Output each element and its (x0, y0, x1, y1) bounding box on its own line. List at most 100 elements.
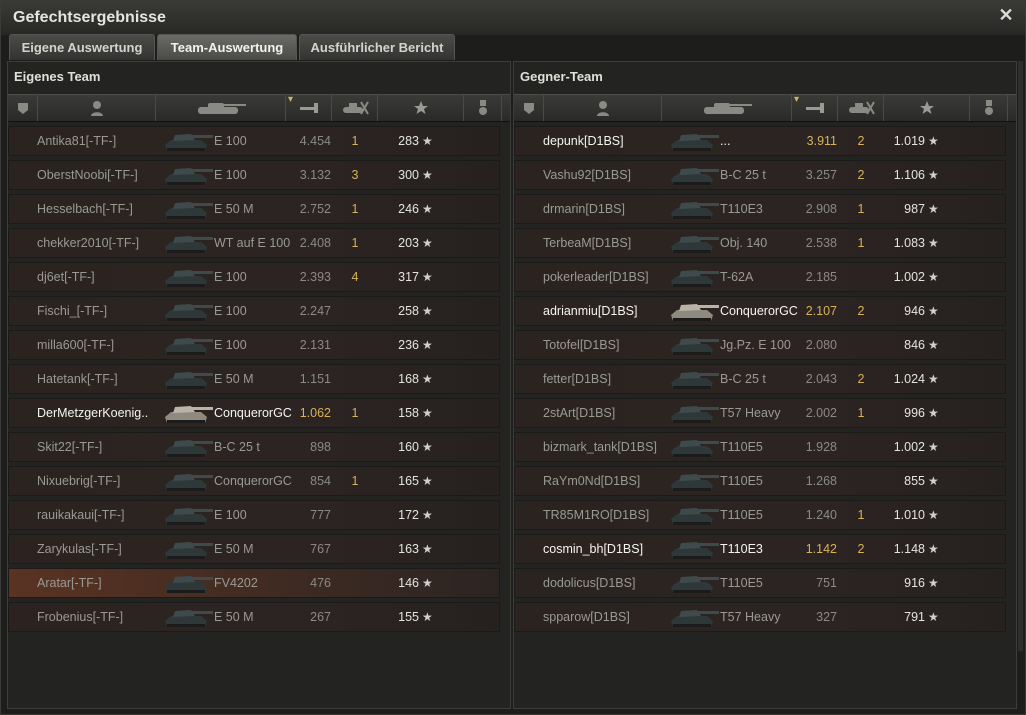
player-row[interactable]: Nixuebrig[-TF-] ConquerorGC 854 1 165 ★ (8, 466, 500, 496)
xp-value: 791 (904, 610, 925, 624)
tank-image-icon (161, 503, 213, 529)
player-row[interactable]: Hatetank[-TF-] E 50 M 1.151 168 ★ (8, 364, 500, 394)
xp-value: 855 (904, 474, 925, 488)
kills-icon-header[interactable] (838, 95, 884, 121)
kills-value: 1 (857, 508, 865, 522)
player-name: depunk[D1BS] (543, 134, 624, 148)
kills-value (841, 467, 881, 495)
damage-value: 2.752 (299, 202, 331, 216)
star-icon: ★ (928, 134, 939, 148)
kills-icon-header[interactable] (332, 95, 378, 121)
platoon-icon-header[interactable] (8, 95, 38, 121)
player-row[interactable]: drmarin[D1BS] T110E3 2.908 1 987 ★ (514, 194, 1006, 224)
player-name: rauikakaui[-TF-] (37, 508, 125, 522)
close-icon[interactable]: ✕ (997, 6, 1015, 24)
kills-value: 2 (857, 372, 865, 386)
tank-image-icon (667, 129, 719, 155)
scrollbar[interactable] (1018, 61, 1023, 651)
player-row[interactable]: Aratar[-TF-] FV4202 476 146 ★ (8, 568, 500, 598)
player-row[interactable]: DerMetzgerKoenig.. ConquerorGC 1.062 1 158 ★ (8, 398, 500, 428)
damage-value: 2.107 (805, 304, 837, 318)
tank-icon-header[interactable] (662, 95, 792, 121)
player-row[interactable]: Skit22[-TF-] B-C 25 t 898 160 ★ (8, 432, 500, 462)
damage-value: 2.538 (805, 236, 837, 250)
tank-image-icon (161, 571, 213, 597)
kills-value: 2 (857, 304, 865, 318)
tank-image-icon (161, 605, 213, 631)
damage-icon-header[interactable]: ▾ (286, 95, 332, 121)
star-icon: ★ (422, 406, 433, 420)
player-row[interactable]: adrianmiu[D1BS] ConquerorGC 2.107 2 946 ★ (514, 296, 1006, 326)
player-row[interactable]: bizmark_tank[D1BS] T110E5 1.928 1.002 ★ (514, 432, 1006, 462)
player-row[interactable]: dodolicus[D1BS] T110E5 751 916 ★ (514, 568, 1006, 598)
xp-star-icon (413, 100, 429, 116)
tank-image-icon (667, 571, 719, 597)
player-row[interactable]: Antika81[-TF-] E 100 4.454 1 283 ★ (8, 126, 500, 156)
kills-value: 1 (351, 406, 359, 420)
player-row[interactable]: cosmin_bh[D1BS] T110E3 1.142 2 1.148 ★ (514, 534, 1006, 564)
player-row[interactable]: pokerleader[D1BS] T-62A 2.185 1.002 ★ (514, 262, 1006, 292)
platoon-icon (522, 101, 536, 115)
damage-icon-header[interactable]: ▾ (792, 95, 838, 121)
tab-eigene-auswertung[interactable]: Eigene Auswertung (9, 34, 155, 60)
player-row[interactable]: rauikakaui[-TF-] E 100 777 172 ★ (8, 500, 500, 530)
player-row[interactable]: Fischi_[-TF-] E 100 2.247 258 ★ (8, 296, 500, 326)
player-row[interactable]: Vashu92[D1BS] B-C 25 t 3.257 2 1.106 ★ (514, 160, 1006, 190)
player-name: dj6et[-TF-] (37, 270, 95, 284)
xp-value: 996 (904, 406, 925, 420)
xp-value: 203 (398, 236, 419, 250)
sort-arrow-icon: ▾ (794, 94, 800, 105)
player-row[interactable]: Frobenius[-TF-] E 50 M 267 155 ★ (8, 602, 500, 632)
player-row[interactable]: Hesselbach[-TF-] E 50 M 2.752 1 246 ★ (8, 194, 500, 224)
player-row[interactable]: chekker2010[-TF-] WT auf E 100 2.408 1 203 ★ (8, 228, 500, 258)
enemy-team-header: ▾ (514, 94, 1016, 122)
tab-ausfuehrlicher-bericht[interactable]: Ausführlicher Bericht (299, 34, 455, 60)
damage-icon (298, 101, 320, 115)
platoon-icon-header[interactable] (514, 95, 544, 121)
player-row[interactable]: OberstNoobi[-TF-] E 100 3.132 3 300 ★ (8, 160, 500, 190)
medal-icon (983, 100, 995, 116)
xp-value: 1.024 (893, 372, 925, 386)
medal-icon-header[interactable] (464, 95, 502, 121)
player-icon (596, 100, 610, 116)
player-row[interactable]: depunk[D1BS]... 3.911 2 1.019 ★ (514, 126, 1006, 156)
kills-value: 1 (857, 236, 865, 250)
xp-star-icon-header[interactable] (884, 95, 970, 121)
xp-star-icon-header[interactable] (378, 95, 464, 121)
tank-image-icon (667, 401, 719, 427)
damage-value: 2.908 (805, 202, 837, 216)
player-row[interactable]: TR85M1RO[D1BS] T110E5 1.240 1 1.010 ★ (514, 500, 1006, 530)
player-name: Skit22[-TF-] (37, 440, 103, 454)
tank-image-icon (667, 197, 719, 223)
tank-icon (194, 100, 248, 116)
xp-value: 283 (398, 134, 419, 148)
damage-value: 751 (816, 576, 837, 590)
tab-team-auswertung[interactable]: Team-Auswertung (157, 34, 297, 60)
player-name: bizmark_tank[D1BS] (543, 440, 657, 454)
player-row[interactable]: fetter[D1BS] B-C 25 t 2.043 2 1.024 ★ (514, 364, 1006, 394)
player-icon-header[interactable] (544, 95, 662, 121)
player-row[interactable]: TerbeaM[D1BS] Obj. 140 2.538 1 1.083 ★ (514, 228, 1006, 258)
player-row[interactable]: dj6et[-TF-] E 100 2.393 4 317 ★ (8, 262, 500, 292)
xp-value: 246 (398, 202, 419, 216)
tank-icon-header[interactable] (156, 95, 286, 121)
player-row[interactable]: milla600[-TF-] E 100 2.131 236 ★ (8, 330, 500, 360)
player-icon-header[interactable] (38, 95, 156, 121)
damage-value: 2.393 (299, 270, 331, 284)
sort-arrow-icon: ▾ (288, 94, 294, 105)
player-row[interactable]: RaYm0Nd[D1BS] T110E5 1.268 855 ★ (514, 466, 1006, 496)
damage-value: 3.911 (806, 134, 837, 148)
tank-image-icon (161, 231, 213, 257)
star-icon: ★ (928, 304, 939, 318)
star-icon: ★ (928, 270, 939, 284)
star-icon: ★ (422, 576, 433, 590)
player-row[interactable]: Totofel[D1BS] Jg.Pz. E 100 2.080 846 ★ (514, 330, 1006, 360)
player-row[interactable]: 2stArt[D1BS] T57 Heavy 2.002 1 996 ★ (514, 398, 1006, 428)
star-icon: ★ (422, 236, 433, 250)
player-row[interactable]: Zarykulas[-TF-] E 50 M 767 163 ★ (8, 534, 500, 564)
player-row[interactable]: spparow[D1BS] T57 Heavy 327 791 ★ (514, 602, 1006, 632)
medal-icon-header[interactable] (970, 95, 1008, 121)
medal-icon (477, 100, 489, 116)
star-icon: ★ (928, 542, 939, 556)
damage-value: 1.062 (299, 406, 331, 420)
